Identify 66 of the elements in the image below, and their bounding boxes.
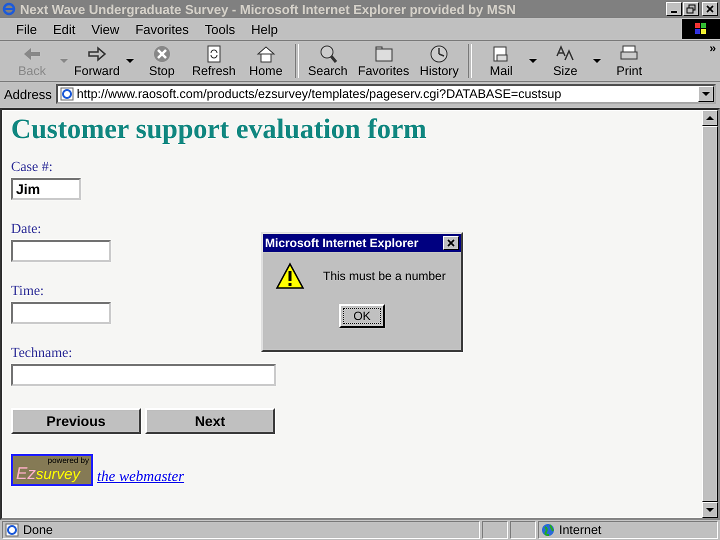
vertical-scrollbar[interactable] bbox=[702, 110, 718, 518]
toolbar-button[interactable]: Home bbox=[240, 44, 292, 78]
form-button[interactable]: Next bbox=[145, 408, 275, 434]
caret-icon bbox=[702, 92, 710, 96]
menu-item[interactable]: Tools bbox=[196, 22, 244, 36]
close-icon bbox=[446, 238, 456, 248]
toolbar-button[interactable]: Search bbox=[302, 44, 354, 78]
field-label: Time: bbox=[11, 284, 44, 300]
text-field[interactable] bbox=[11, 364, 276, 386]
close-icon bbox=[705, 4, 715, 14]
restore-button[interactable] bbox=[683, 2, 699, 16]
warning-icon bbox=[275, 262, 305, 290]
toolbar-button[interactable]: Mail bbox=[475, 44, 528, 78]
page-heading: Customer support evaluation form bbox=[11, 114, 428, 146]
toolbar-button[interactable]: Stop bbox=[136, 44, 188, 78]
close-button[interactable] bbox=[443, 236, 459, 250]
minimize-icon bbox=[671, 11, 677, 13]
zone-label: Internet bbox=[559, 523, 602, 537]
menu-item[interactable]: Help bbox=[243, 22, 286, 36]
stop-icon bbox=[152, 44, 172, 64]
up-arrow-icon[interactable] bbox=[706, 116, 714, 120]
menu-item[interactable]: Edit bbox=[44, 22, 84, 36]
caret-icon[interactable] bbox=[529, 59, 538, 63]
dropdown-button[interactable] bbox=[698, 86, 714, 102]
close-button[interactable] bbox=[702, 2, 718, 16]
ok-button[interactable]: OK bbox=[339, 304, 385, 328]
webmaster-link[interactable]: the webmaster bbox=[97, 469, 184, 486]
toolbar-button[interactable]: Print bbox=[603, 44, 656, 78]
field-label: Date: bbox=[11, 222, 42, 238]
text-field[interactable]: Jim bbox=[11, 178, 81, 200]
menu-item[interactable]: View bbox=[83, 22, 128, 36]
search-icon bbox=[318, 44, 338, 64]
more-button[interactable]: » bbox=[709, 41, 716, 55]
toolbar-button[interactable]: Refresh bbox=[188, 44, 240, 78]
right-arrow-icon bbox=[86, 44, 107, 64]
ezsurvey-logo: powered by Ezsurvey bbox=[11, 454, 93, 486]
page-icon bbox=[60, 87, 74, 101]
address-label: Address bbox=[4, 86, 52, 102]
minimize-button[interactable] bbox=[666, 2, 682, 16]
browser-icon bbox=[2, 2, 16, 16]
field-label: Techname: bbox=[11, 346, 72, 362]
toolbar-button[interactable]: Favorites bbox=[354, 44, 414, 78]
text-field[interactable] bbox=[11, 302, 111, 324]
status-text: Done bbox=[23, 523, 53, 537]
dialog-title: Microsoft Internet Explorer bbox=[265, 236, 418, 250]
page-icon bbox=[5, 523, 19, 537]
text-field[interactable] bbox=[11, 240, 111, 262]
toolbar-button[interactable]: Forward bbox=[70, 44, 124, 78]
windows-logo bbox=[682, 19, 720, 39]
dialog-message: This must be a number bbox=[323, 269, 446, 283]
home-icon bbox=[256, 44, 276, 64]
toolbar-button[interactable]: Size bbox=[539, 44, 592, 78]
menu-item[interactable]: Favorites bbox=[127, 22, 197, 36]
history-icon bbox=[429, 44, 450, 64]
window-title: Next Wave Undergraduate Survey - Microsoft Internet Explorer provided by MSN bbox=[20, 2, 517, 16]
address-field[interactable]: http://www.raosoft.com/products/ezsurvey/templates/pageserv.cgi?DATABASE=custsup bbox=[56, 84, 716, 104]
menu-item[interactable]: File bbox=[8, 22, 45, 36]
folder-icon bbox=[374, 44, 394, 64]
down-arrow-icon[interactable] bbox=[706, 508, 714, 512]
restore-icon bbox=[686, 4, 696, 14]
caret-icon[interactable] bbox=[593, 59, 602, 63]
field-label: Case #: bbox=[11, 160, 53, 176]
caret-icon[interactable] bbox=[126, 59, 134, 63]
globe-icon bbox=[541, 523, 555, 537]
form-button[interactable]: Previous bbox=[11, 408, 141, 434]
toolbar-button[interactable]: History bbox=[413, 44, 466, 78]
